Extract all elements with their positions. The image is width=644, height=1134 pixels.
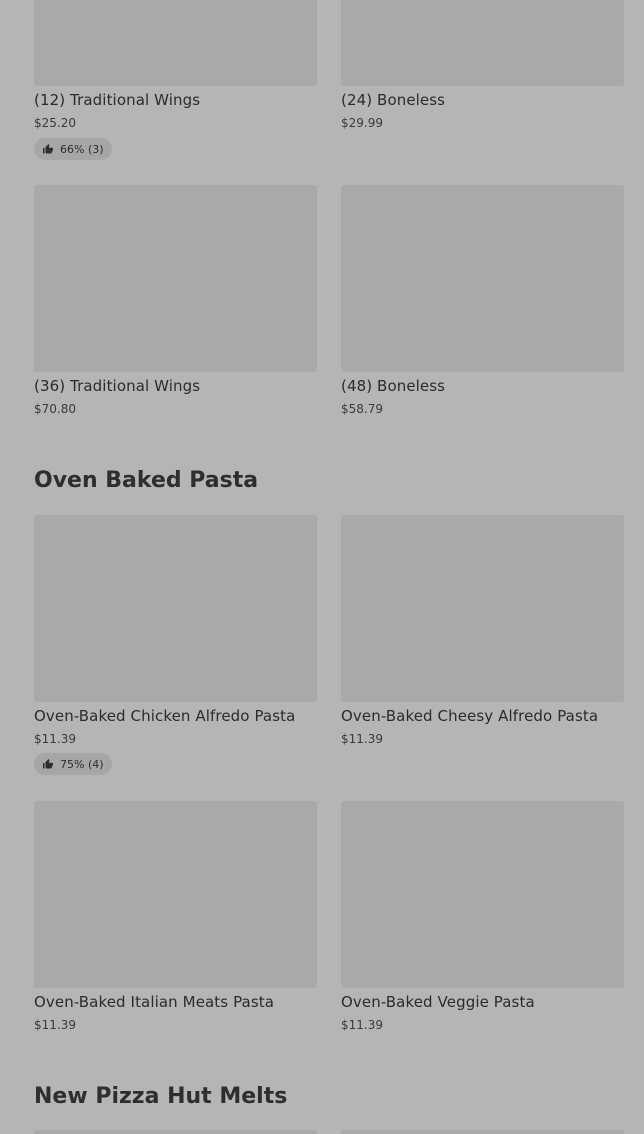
menu-item-price: $25.20 xyxy=(34,116,76,130)
menu-item-name[interactable]: Oven-Baked Veggie Pasta xyxy=(341,993,535,1011)
thumbs-up-icon xyxy=(43,144,53,154)
menu-item-name[interactable]: (36) Traditional Wings xyxy=(34,377,200,395)
menu-item-price: $11.39 xyxy=(34,732,76,746)
menu-item-price: $11.39 xyxy=(34,1018,76,1032)
menu-item-image[interactable] xyxy=(341,515,624,702)
menu-item-image[interactable] xyxy=(341,0,624,86)
rating-text: 75% (4) xyxy=(60,757,104,771)
section-title: New Pizza Hut Melts xyxy=(34,1084,288,1109)
menu-item-price: $58.79 xyxy=(341,402,383,416)
menu-item-image[interactable] xyxy=(34,515,317,702)
menu-item-image[interactable] xyxy=(34,801,317,988)
menu-item-name[interactable]: (24) Boneless xyxy=(341,91,445,109)
menu-item-image[interactable] xyxy=(34,185,317,372)
rating-badge: 66% (3) xyxy=(34,138,112,160)
menu-item-image[interactable] xyxy=(341,1130,624,1134)
section-title: Oven Baked Pasta xyxy=(34,468,259,493)
menu-item-price: $70.80 xyxy=(34,402,76,416)
rating-text: 66% (3) xyxy=(60,142,104,156)
menu-item-name[interactable]: (12) Traditional Wings xyxy=(34,91,200,109)
menu-item-image[interactable] xyxy=(341,801,624,988)
menu-item-name[interactable]: Oven-Baked Chicken Alfredo Pasta xyxy=(34,707,295,725)
menu-item-image[interactable] xyxy=(34,1130,317,1134)
menu-page: (12) Traditional Wings $25.20 66% (3) (2… xyxy=(0,0,644,1134)
menu-item-price: $11.39 xyxy=(341,732,383,746)
menu-item-name[interactable]: Oven-Baked Italian Meats Pasta xyxy=(34,993,274,1011)
menu-item-image[interactable] xyxy=(341,185,624,372)
menu-item-name[interactable]: Oven-Baked Cheesy Alfredo Pasta xyxy=(341,707,598,725)
menu-item-image[interactable] xyxy=(34,0,317,86)
menu-item-price: $11.39 xyxy=(341,1018,383,1032)
thumbs-up-icon xyxy=(43,759,53,769)
menu-item-price: $29.99 xyxy=(341,116,383,130)
rating-badge: 75% (4) xyxy=(34,753,112,775)
menu-item-name[interactable]: (48) Boneless xyxy=(341,377,445,395)
